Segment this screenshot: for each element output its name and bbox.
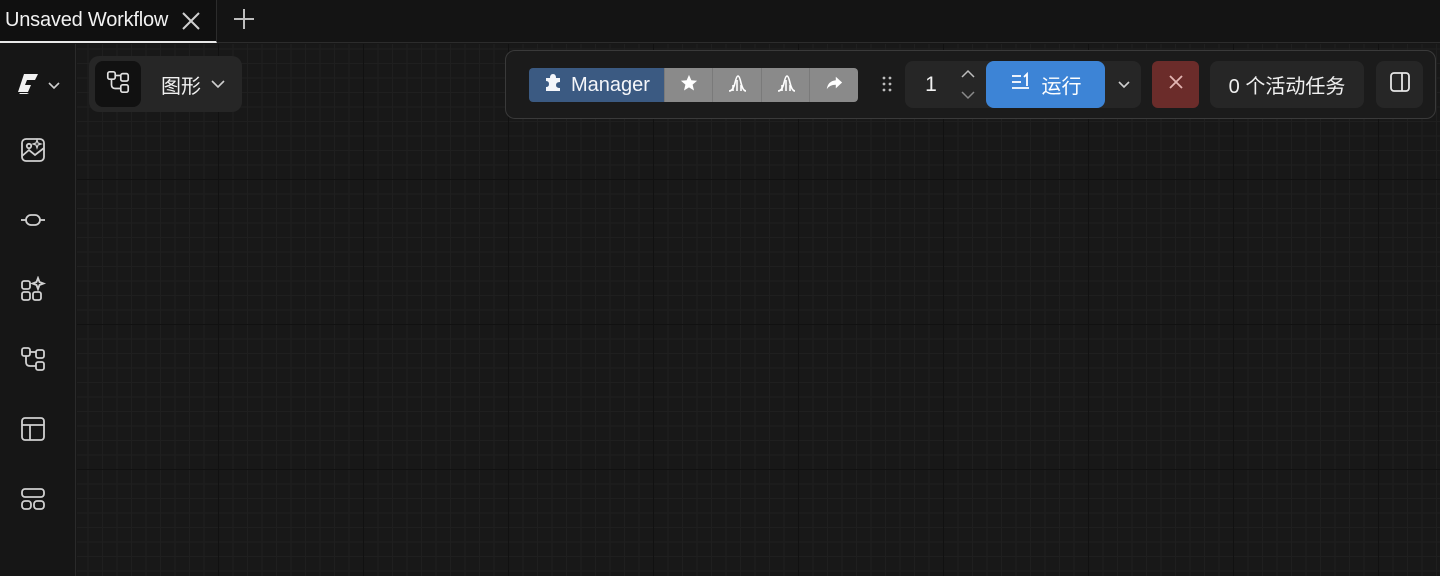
sidebar-panel-icon: [1389, 71, 1411, 98]
graph-view-button[interactable]: [95, 61, 141, 107]
model-node-icon: [19, 206, 47, 239]
manager-label: Manager: [571, 73, 650, 96]
run-label: 运行: [1041, 76, 1082, 98]
sidebar-item-node-library[interactable]: [16, 274, 50, 309]
chevron-down-icon: [48, 77, 60, 95]
puzzle-icon: [543, 72, 563, 98]
workflow-icon: [105, 69, 131, 100]
manager-button[interactable]: Manager: [529, 68, 664, 102]
graph-canvas[interactable]: [77, 44, 1440, 576]
workflow-icon: [19, 345, 47, 378]
favorites-button[interactable]: [663, 68, 713, 102]
bell-curve-icon: [727, 73, 747, 98]
close-icon[interactable]: [180, 10, 202, 32]
close-icon: [1168, 74, 1184, 95]
image-icon: [19, 136, 47, 169]
extension-button-group: Manager: [529, 68, 858, 102]
queue-controls: 1 运行: [905, 61, 1141, 108]
sidebar-item-templates[interactable]: [16, 414, 50, 448]
action-toolbar: Manager 1 运行 0 个活动任务: [505, 50, 1436, 119]
bell-curve-icon: [776, 73, 796, 98]
chevron-down-icon: [1117, 76, 1130, 94]
drag-handle[interactable]: [878, 75, 896, 97]
sidebar-item-models[interactable]: [16, 205, 50, 239]
sidebar: [0, 44, 76, 576]
run-options-dropdown[interactable]: [1106, 61, 1141, 108]
queue-layout-icon: [19, 485, 47, 518]
tab-bar: Unsaved Workflow: [0, 0, 1440, 43]
tab-title: Unsaved Workflow: [5, 9, 169, 31]
share-button[interactable]: [809, 68, 858, 102]
active-tasks-button[interactable]: 0 个活动任务: [1210, 61, 1364, 108]
new-tab-button[interactable]: [217, 0, 271, 43]
curve-tool-button-1[interactable]: [712, 68, 761, 102]
toggle-right-panel-button[interactable]: [1376, 61, 1423, 108]
graph-mode-label: 图形: [161, 75, 201, 98]
app-window: Unsaved Workflow 图形 Manager 1 运行 0 个活动任务: [0, 0, 1440, 576]
chevron-down-icon: [211, 79, 225, 89]
graph-selector[interactable]: 图形: [89, 56, 242, 112]
batch-count-stepper: [957, 65, 979, 105]
drag-handle-icon: [881, 75, 893, 98]
interrupt-button[interactable]: [1152, 61, 1199, 108]
batch-count-input[interactable]: 1: [905, 61, 957, 108]
run-button[interactable]: 运行: [986, 61, 1105, 108]
sidebar-item-queue[interactable]: [16, 484, 50, 518]
sidebar-item-workflows[interactable]: [16, 344, 50, 378]
curve-tool-button-2[interactable]: [760, 68, 810, 102]
logo-menu-button[interactable]: [16, 72, 66, 100]
node-library-icon: [19, 274, 47, 309]
tab-unsaved-workflow[interactable]: Unsaved Workflow: [0, 0, 218, 43]
template-icon: [19, 415, 47, 448]
decrement-button[interactable]: [961, 87, 975, 105]
increment-button[interactable]: [961, 65, 975, 83]
plus-icon: [232, 7, 256, 36]
sidebar-item-images[interactable]: [16, 135, 50, 169]
comfy-logo: [16, 72, 40, 101]
queue-run-icon: [1010, 71, 1032, 99]
star-icon: [680, 74, 698, 97]
share-icon: [825, 74, 843, 97]
